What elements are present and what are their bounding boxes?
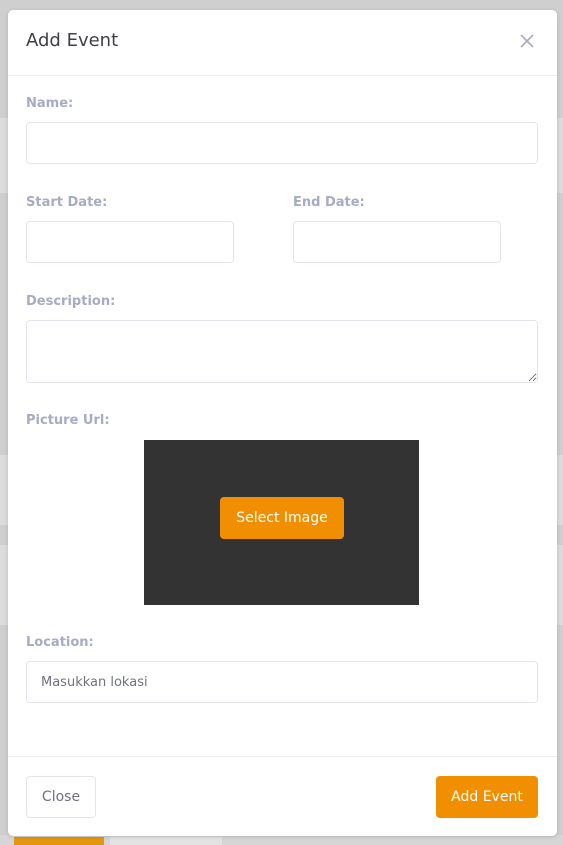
location-label: Location: [26,635,94,650]
start-date-input[interactable] [26,221,234,263]
close-x-icon[interactable] [519,33,535,49]
end-date-input[interactable] [293,221,501,263]
close-button[interactable]: Close [26,776,96,818]
select-image-button[interactable]: Select Image [220,497,344,539]
add-event-modal: Add Event Name: Start Date: End Date: De… [8,10,557,836]
description-textarea[interactable] [26,320,538,383]
background-tab-detail [14,837,104,845]
modal-header: Add Event [8,10,557,76]
picture-url-label: Picture Url: [26,413,110,428]
modal-footer: Close Add Event [8,756,557,837]
picture-preview: Select Image [144,440,419,605]
start-date-label: Start Date: [26,195,108,210]
name-label: Name: [26,96,74,111]
location-input[interactable] [26,661,538,703]
end-date-label: End Date: [293,195,365,210]
description-label: Description: [26,294,116,309]
background-tab-registrant [110,837,222,845]
name-input[interactable] [26,122,538,164]
modal-title: Add Event [26,30,119,51]
add-event-button[interactable]: Add Event [436,776,538,818]
